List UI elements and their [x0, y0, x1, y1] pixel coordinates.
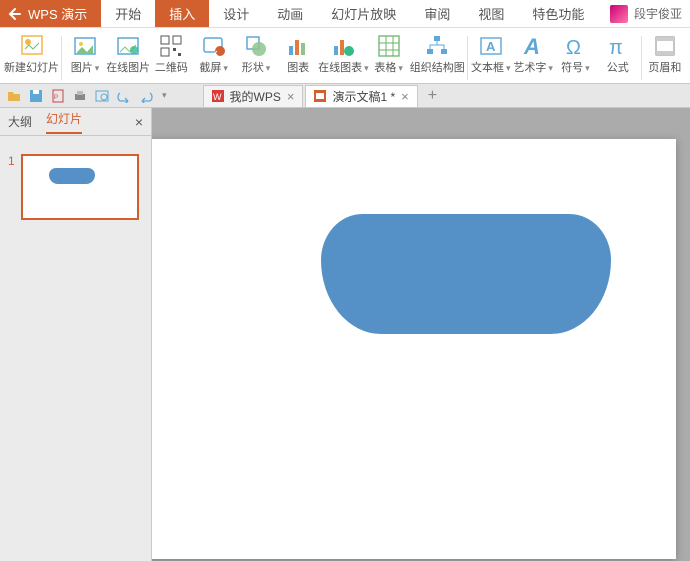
add-tab-button[interactable]: + [420, 87, 445, 105]
thumbnail-panel: 大纲 幻灯片 × 1 [0, 108, 152, 561]
new-slide-icon [18, 32, 46, 60]
org-chart-button[interactable]: 组织结构图 [410, 32, 465, 84]
online-picture-button[interactable]: 在线图片 [106, 32, 150, 84]
chart-icon [284, 32, 312, 60]
shape-button[interactable]: 形状▾ [235, 32, 277, 84]
qrcode-button[interactable]: 二维码 [150, 32, 192, 84]
ribbon-toolbar: 新建幻灯片 图片▾ 在线图片 二维码 截屏▾ 形状▾ 图表 在线图表 [0, 28, 690, 84]
textbox-icon: A [477, 32, 505, 60]
tab-special[interactable]: 特色功能 [518, 0, 598, 27]
qrcode-icon [157, 32, 185, 60]
tab-animation[interactable]: 动画 [263, 0, 317, 27]
workspace: 大纲 幻灯片 × 1 [0, 108, 690, 561]
tab-review[interactable]: 审阅 [410, 0, 464, 27]
tab-start[interactable]: 开始 [101, 0, 155, 27]
undo-icon[interactable] [116, 88, 132, 104]
textbox-button[interactable]: A 文本框▾ [470, 32, 512, 84]
slide-number: 1 [8, 154, 15, 220]
print-preview-icon[interactable] [94, 88, 110, 104]
app-logo-icon [8, 7, 22, 21]
doc-tab-presentation1[interactable]: 演示文稿1 * × [305, 85, 417, 107]
svg-text:A: A [486, 39, 496, 54]
chevron-down-icon: ▾ [585, 63, 590, 73]
slide-thumbnail[interactable]: 1 [8, 154, 143, 220]
svg-text:Ω: Ω [566, 37, 581, 58]
slides-tab[interactable]: 幻灯片 [46, 110, 82, 134]
thumbnail-list: 1 [0, 136, 151, 561]
outline-tab[interactable]: 大纲 [8, 113, 32, 130]
redo-icon[interactable] [138, 88, 154, 104]
table-icon [375, 32, 403, 60]
org-chart-icon [423, 32, 451, 60]
svg-text:W: W [213, 92, 222, 102]
formula-icon: π [604, 32, 632, 60]
save-icon[interactable] [28, 88, 44, 104]
chart-button[interactable]: 图表 [277, 32, 319, 84]
app-title-text: WPS 演示 [28, 4, 87, 23]
presentation-icon [314, 90, 326, 102]
document-tabs: W 我的WPS × 演示文稿1 * × + [203, 85, 446, 107]
user-area[interactable]: 段宇俊亚 [602, 0, 690, 27]
chevron-down-icon[interactable]: ▾ [162, 90, 167, 101]
header-footer-icon [651, 32, 679, 60]
new-slide-button[interactable]: 新建幻灯片 [4, 32, 59, 84]
wordart-icon: A [519, 32, 547, 60]
tab-design[interactable]: 设计 [209, 0, 263, 27]
export-pdf-icon[interactable]: P [50, 88, 66, 104]
chevron-down-icon: ▾ [95, 63, 100, 73]
formula-button[interactable]: π 公式 [597, 32, 639, 84]
title-tab-bar: WPS 演示 开始 插入 设计 动画 幻灯片放映 审阅 视图 特色功能 段宇俊亚 [0, 0, 690, 28]
picture-icon [71, 32, 99, 60]
svg-text:A: A [523, 34, 540, 58]
wordart-button[interactable]: A 艺术字▾ [512, 32, 554, 84]
thumbnail-tabs: 大纲 幻灯片 × [0, 108, 151, 136]
shape-preview [49, 168, 95, 184]
chevron-down-icon: ▾ [398, 63, 403, 73]
chevron-down-icon: ▾ [266, 63, 271, 73]
print-icon[interactable] [72, 88, 88, 104]
doc-tab-mywps[interactable]: W 我的WPS × [203, 85, 304, 107]
wps-icon: W [212, 90, 224, 102]
online-chart-button[interactable]: 在线图表▾ [319, 32, 367, 84]
ribbon-tabs: 开始 插入 设计 动画 幻灯片放映 审阅 视图 特色功能 [101, 0, 602, 27]
symbol-button[interactable]: Ω 符号▾ [554, 32, 596, 84]
open-icon[interactable] [6, 88, 22, 104]
close-icon[interactable]: × [401, 89, 409, 104]
svg-text:π: π [609, 37, 623, 58]
tab-slideshow[interactable]: 幻灯片放映 [317, 0, 410, 27]
shape-icon [242, 32, 270, 60]
slide-canvas-area[interactable] [152, 108, 690, 561]
close-icon[interactable]: × [287, 89, 295, 104]
chevron-down-icon: ▾ [506, 63, 511, 73]
picture-button[interactable]: 图片▾ [64, 32, 106, 84]
user-name: 段宇俊亚 [634, 5, 682, 22]
rounded-rectangle-shape[interactable] [321, 214, 611, 334]
symbol-icon: Ω [561, 32, 589, 60]
online-chart-icon [329, 32, 357, 60]
close-panel-icon[interactable]: × [135, 114, 143, 130]
tab-insert[interactable]: 插入 [155, 0, 209, 27]
screenshot-icon [200, 32, 228, 60]
slide-preview [21, 154, 139, 220]
header-footer-button[interactable]: 页眉和 [644, 32, 686, 84]
slide[interactable] [152, 139, 676, 559]
table-button[interactable]: 表格▾ [367, 32, 409, 84]
chevron-down-icon: ▾ [223, 63, 228, 73]
tab-view[interactable]: 视图 [464, 0, 518, 27]
app-title: WPS 演示 [0, 0, 101, 27]
svg-text:P: P [54, 95, 58, 101]
chevron-down-icon: ▾ [548, 63, 553, 73]
quick-access-toolbar: P ▾ W 我的WPS × 演示文稿1 * × + [0, 84, 690, 108]
avatar [610, 5, 628, 23]
screenshot-button[interactable]: 截屏▾ [193, 32, 235, 84]
online-picture-icon [114, 32, 142, 60]
